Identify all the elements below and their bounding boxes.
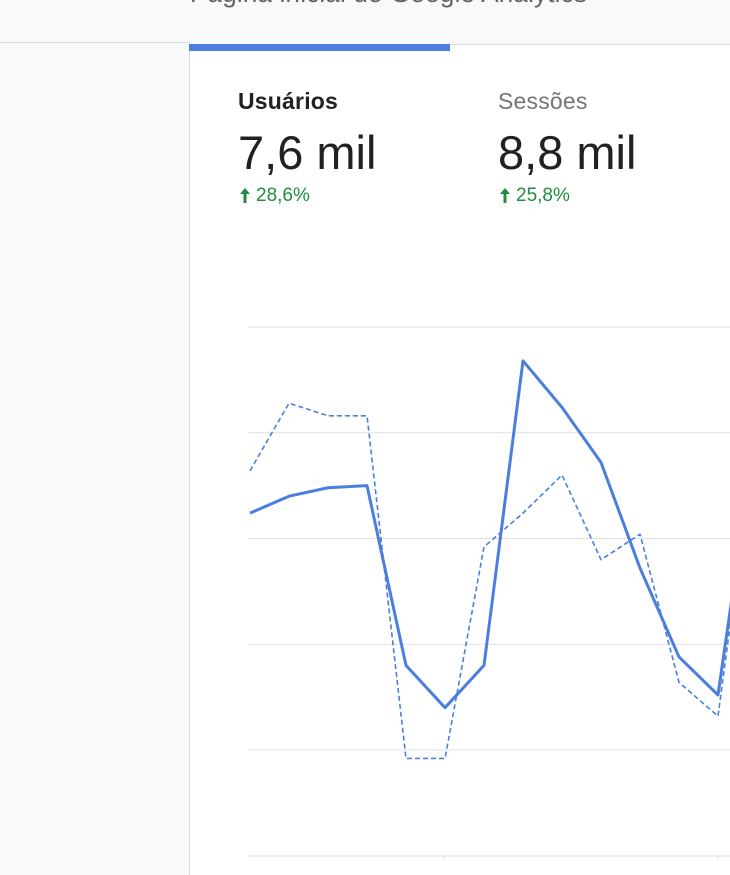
series-current-line [249,359,730,710]
line-chart [248,326,730,860]
series-comparison-line [249,402,730,760]
